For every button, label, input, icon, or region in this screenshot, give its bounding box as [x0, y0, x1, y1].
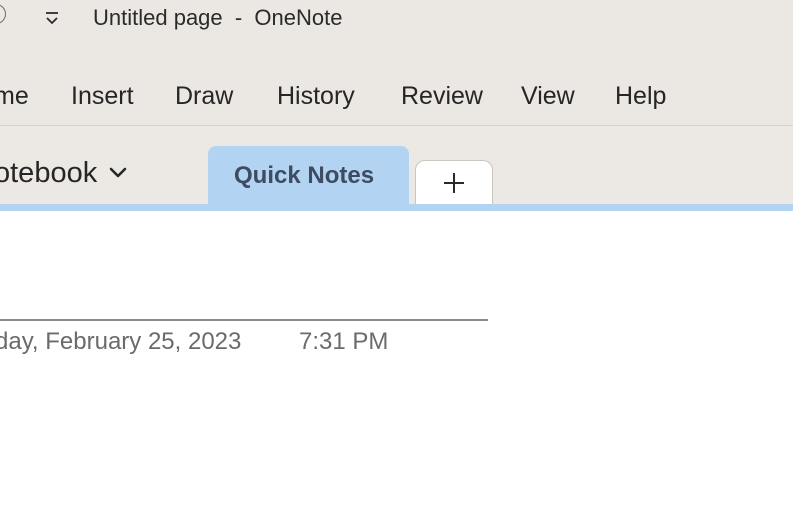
tab-insert[interactable]: Insert [71, 80, 134, 112]
section-accent-line [0, 204, 793, 211]
chevron-down-icon [108, 166, 128, 180]
tab-history[interactable]: History [277, 80, 355, 112]
tab-view[interactable]: View [521, 80, 575, 112]
plus-icon [444, 173, 464, 193]
page-date: day, February 25, 2023 [0, 328, 242, 355]
add-section-button[interactable] [415, 160, 493, 204]
tab-help[interactable]: Help [615, 80, 666, 112]
window-title: Untitled page - OneNote [93, 5, 343, 30]
customize-quick-access-icon[interactable] [43, 8, 61, 28]
notebook-name: otebook [0, 157, 98, 189]
section-tab-label: Quick Notes [234, 162, 375, 189]
section-tab-quick-notes[interactable]: Quick Notes [208, 146, 409, 204]
tab-home[interactable]: me [0, 80, 29, 112]
ribbon-tab-bar: me Insert Draw History Review View Help [0, 44, 793, 126]
tab-draw[interactable]: Draw [175, 80, 233, 112]
title-bar: Untitled page - OneNote [0, 0, 793, 44]
notebook-dropdown[interactable]: otebook [0, 155, 128, 191]
tab-review[interactable]: Review [401, 80, 483, 112]
section-bar: otebook Quick Notes [0, 126, 793, 204]
page-time: 7:31 PM [299, 328, 389, 355]
undo-icon[interactable] [0, 4, 6, 24]
page-canvas[interactable]: day, February 25, 2023 7:31 PM [0, 211, 793, 506]
page-title-underline [0, 319, 488, 321]
